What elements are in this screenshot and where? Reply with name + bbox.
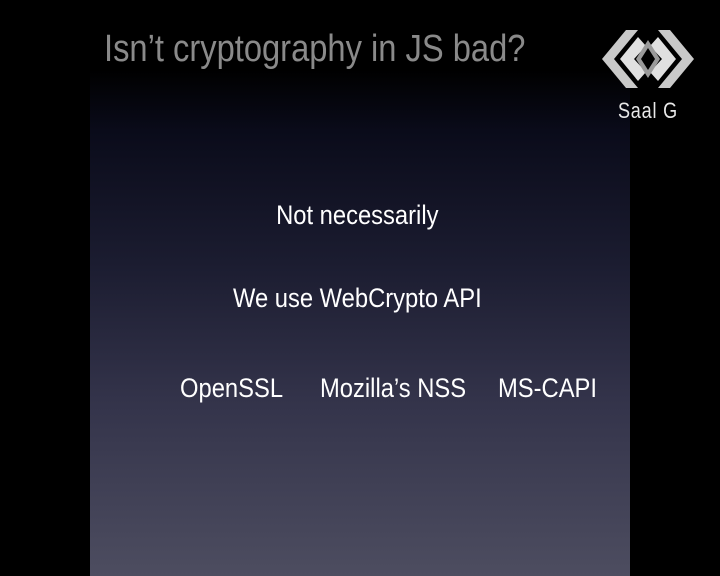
saal-g-logo-icon <box>602 30 694 88</box>
library-mscapi: MS-CAPI <box>498 373 598 403</box>
logo-text: Saal G <box>617 98 679 123</box>
statement-text: We use WebCrypto API <box>232 283 482 313</box>
library-nss: Mozilla’s NSS <box>320 373 467 403</box>
statement-line: We use WebCrypto API <box>0 283 717 314</box>
answer-line: Not necessarily <box>0 200 717 231</box>
slide-content-panel <box>90 70 630 576</box>
company-logo: Saal G <box>598 26 698 126</box>
library-openssl: OpenSSL <box>180 373 284 403</box>
answer-text: Not necessarily <box>275 200 439 230</box>
slide-title: Isn’t cryptography in JS bad? <box>104 28 526 70</box>
